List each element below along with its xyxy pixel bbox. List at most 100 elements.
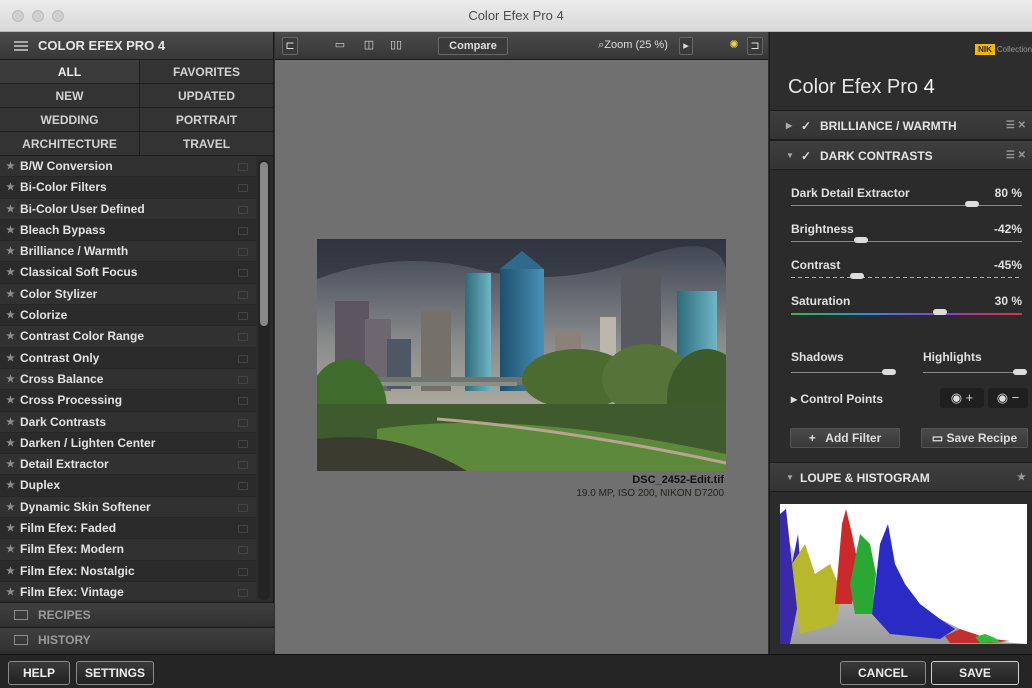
save-recipe-button[interactable]: ▭ Save Recipe (921, 428, 1028, 448)
slider-track[interactable] (791, 277, 1022, 278)
save-button[interactable]: SAVE (931, 661, 1019, 685)
filter-list-item[interactable]: ★ Film Efex: Faded (0, 518, 256, 540)
compare-button[interactable]: Compare (438, 37, 508, 55)
category-all[interactable]: ALL (0, 60, 140, 84)
favorite-star-icon[interactable]: ★ (6, 156, 15, 177)
slider-brightness[interactable]: Brightness -42% (770, 214, 1032, 250)
collapse-icon[interactable]: ▼ (786, 463, 794, 493)
shadows-track[interactable] (791, 372, 895, 373)
zoom-control[interactable]: ⌕Zoom (25 %) (589, 37, 677, 55)
category-travel[interactable]: TRAVEL (140, 132, 274, 156)
filter-list-item[interactable]: ★ Colorize (0, 305, 256, 327)
filter-list-item[interactable]: ★ Duplex (0, 475, 256, 497)
favorite-star-icon[interactable]: ★ (6, 518, 15, 539)
favorite-star-icon[interactable]: ★ (6, 348, 15, 369)
filter-list-item[interactable]: ★ Film Efex: Nostalgic (0, 560, 256, 582)
category-portrait[interactable]: PORTRAIT (140, 108, 274, 132)
favorite-star-icon[interactable]: ★ (6, 241, 15, 262)
add-to-recipe-icon[interactable] (238, 226, 248, 235)
add-to-recipe-icon[interactable] (238, 546, 248, 555)
add-to-recipe-icon[interactable] (238, 205, 248, 214)
favorite-star-icon[interactable]: ★ (6, 539, 15, 560)
add-to-recipe-icon[interactable] (238, 525, 248, 534)
add-to-recipe-icon[interactable] (238, 269, 248, 278)
category-architecture[interactable]: ARCHITECTURE (0, 132, 140, 156)
zoom-window-button[interactable] (52, 10, 64, 22)
loupe-histogram-header[interactable]: ▼ LOUPE & HISTOGRAM ★ (770, 462, 1032, 492)
add-to-recipe-icon[interactable] (238, 397, 248, 406)
filter-list-item[interactable]: ★ Classical Soft Focus (0, 262, 256, 284)
filter-list-item[interactable]: ★ Cross Processing (0, 390, 256, 412)
add-to-recipe-icon[interactable] (238, 418, 248, 427)
add-to-recipe-icon[interactable] (238, 375, 248, 384)
favorite-star-icon[interactable]: ★ (6, 497, 15, 518)
favorite-star-icon[interactable]: ★ (6, 561, 15, 582)
add-to-recipe-icon[interactable] (238, 163, 248, 171)
favorite-star-icon[interactable]: ★ (6, 475, 15, 496)
category-favorites[interactable]: FAVORITES (140, 60, 274, 84)
filter-menu-icon[interactable]: ☰ ✕ (1006, 111, 1026, 141)
filter-list-item[interactable]: ★ B/W Conversion (0, 156, 256, 178)
filter-list-scrollbar[interactable] (258, 160, 270, 600)
recipes-section[interactable]: RECIPES (0, 602, 274, 626)
add-to-recipe-icon[interactable] (238, 290, 248, 299)
pin-icon[interactable]: ★ (1017, 463, 1026, 493)
menu-icon[interactable] (14, 41, 28, 51)
favorite-star-icon[interactable]: ★ (6, 284, 15, 305)
add-to-recipe-icon[interactable] (238, 354, 248, 363)
filter-list-item[interactable]: ★ Detail Extractor (0, 454, 256, 476)
favorite-star-icon[interactable]: ★ (6, 433, 15, 454)
slider-track[interactable] (791, 313, 1022, 315)
preview-image[interactable] (317, 239, 726, 471)
side-by-side-view-button[interactable]: ▯▯ (385, 37, 407, 55)
favorite-star-icon[interactable]: ★ (6, 177, 15, 198)
shadows-knob[interactable] (882, 369, 896, 375)
slider-knob[interactable] (849, 273, 864, 279)
slider-contrast[interactable]: Contrast -45% (770, 250, 1032, 286)
favorite-star-icon[interactable]: ★ (6, 326, 15, 347)
enable-checkbox[interactable]: ✓ (801, 111, 811, 141)
category-new[interactable]: NEW (0, 84, 140, 108)
close-window-button[interactable] (12, 10, 24, 22)
slider-knob[interactable] (932, 309, 947, 315)
filter-list-item[interactable]: ★ Bi-Color User Defined (0, 198, 256, 220)
slider-dark-detail-extractor[interactable]: Dark Detail Extractor 80 % (770, 178, 1032, 214)
expand-icon[interactable]: ▶ (786, 111, 792, 141)
slider-track[interactable] (791, 241, 1022, 242)
add-to-recipe-icon[interactable] (238, 503, 248, 512)
filter-dark-contrasts[interactable]: ▼ ✓ DARK CONTRASTS ☰ ✕ (770, 140, 1032, 170)
favorite-star-icon[interactable]: ★ (6, 305, 15, 326)
filter-menu-icon[interactable]: ☰ ✕ (1006, 141, 1026, 171)
filter-list-item[interactable]: ★ Film Efex: Modern (0, 539, 256, 561)
favorite-star-icon[interactable]: ★ (6, 199, 15, 220)
filter-list-item[interactable]: ★ Brilliance / Warmth (0, 241, 256, 263)
filter-brilliance-warmth[interactable]: ▶ ✓ BRILLIANCE / WARMTH ☰ ✕ (770, 110, 1032, 140)
category-wedding[interactable]: WEDDING (0, 108, 140, 132)
slider-knob[interactable] (965, 201, 980, 207)
add-to-recipe-icon[interactable] (238, 588, 248, 597)
add-to-recipe-icon[interactable] (238, 248, 248, 257)
favorite-star-icon[interactable]: ★ (6, 262, 15, 283)
add-to-recipe-icon[interactable] (238, 312, 248, 321)
settings-button[interactable]: SETTINGS (76, 661, 154, 685)
filter-list-item[interactable]: ★ Contrast Only (0, 347, 256, 369)
add-to-recipe-icon[interactable] (238, 333, 248, 342)
scrollbar-thumb[interactable] (260, 162, 268, 326)
single-view-button[interactable]: ▭ (330, 37, 350, 55)
add-filter-button[interactable]: + Add Filter (790, 428, 900, 448)
add-control-point-button[interactable]: ◉ + (940, 388, 984, 408)
zoom-menu-button[interactable]: ▸ (679, 37, 693, 55)
hide-controls-button[interactable]: ⊐ (747, 37, 763, 55)
slider-knob[interactable] (854, 237, 869, 243)
favorite-star-icon[interactable]: ★ (6, 390, 15, 411)
filter-list-item[interactable]: ★ Contrast Color Range (0, 326, 256, 348)
filter-list-item[interactable]: ★ Bi-Color Filters (0, 177, 256, 199)
control-points-label[interactable]: ▸ Control Points (791, 392, 883, 406)
filter-list-item[interactable]: ★ Dark Contrasts (0, 411, 256, 433)
favorite-star-icon[interactable]: ★ (6, 454, 15, 475)
slider-track[interactable] (791, 205, 1022, 206)
filter-list-item[interactable]: ★ Film Efex: Vintage (0, 581, 256, 600)
filter-list-item[interactable]: ★ Bleach Bypass (0, 219, 256, 242)
history-section[interactable]: HISTORY (0, 627, 274, 651)
minimize-window-button[interactable] (32, 10, 44, 22)
